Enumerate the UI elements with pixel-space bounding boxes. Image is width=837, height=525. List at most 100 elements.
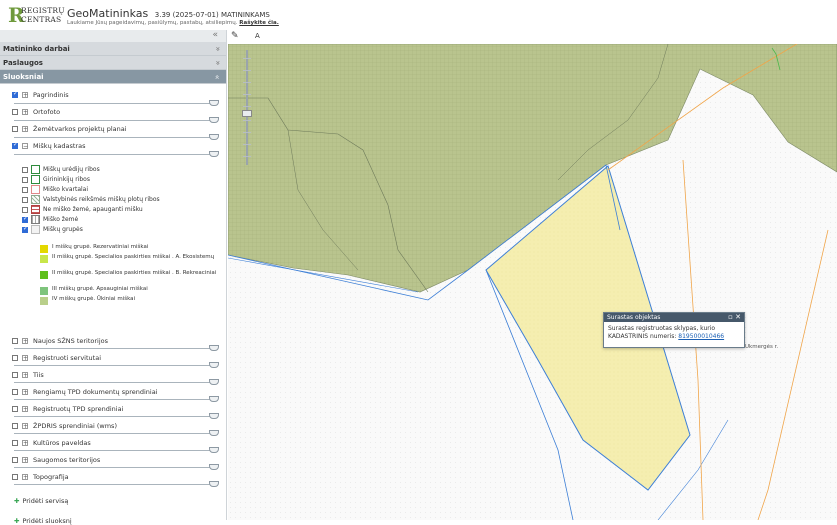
legend-label: I miškų grupė. Rezervatiniai miškai: [52, 244, 149, 250]
expand-plus-icon[interactable]: +: [22, 474, 28, 481]
map-view[interactable]: ✎ A Surastas objektas ▫ ✕ Surastas regis…: [228, 30, 837, 520]
section-label: Sluoksniai: [3, 73, 44, 81]
section-paslaugos[interactable]: Paslaugos »: [0, 56, 226, 70]
layer-checkbox[interactable]: [12, 440, 18, 446]
app-header: R REGISTRŲ CENTRAS GeoMatininkas 3.39 (2…: [0, 0, 837, 30]
text-tool-button[interactable]: A: [255, 32, 260, 40]
sublayer-ne-misko-zeme: Ne miško žemė, apauganti mišku: [22, 205, 212, 215]
sublayer-checkbox[interactable]: [22, 167, 28, 173]
legend-item: I miškų grupė. Rezervatiniai miškai: [40, 244, 220, 254]
expand-plus-icon[interactable]: +: [22, 423, 28, 430]
map-canvas[interactable]: [228, 30, 837, 520]
double-chevron-left-icon[interactable]: «: [212, 30, 218, 40]
layer-label: Miškų kadastras: [33, 142, 86, 150]
layer-checkbox[interactable]: [12, 474, 18, 480]
sublayer-checkbox[interactable]: [22, 207, 28, 213]
sublayer-label: Miškų urėdijų ribos: [43, 166, 100, 173]
expand-plus-icon[interactable]: +: [22, 457, 28, 464]
sublayer-checkbox[interactable]: [22, 187, 28, 193]
layer-checkbox[interactable]: [12, 141, 18, 149]
legend-swatch: [40, 287, 48, 295]
expand-plus-icon[interactable]: +: [22, 389, 28, 396]
legend-swatch: [40, 245, 48, 253]
sublayer-girininkijos: Girininkijų ribos: [22, 175, 212, 185]
expand-plus-icon[interactable]: +: [22, 338, 28, 345]
sublayer-misko-zeme: Miško žemė: [22, 215, 212, 225]
opacity-slider[interactable]: [14, 345, 219, 353]
opacity-slider[interactable]: [14, 396, 219, 404]
zoom-thumb[interactable]: [242, 110, 252, 117]
layer-checkbox[interactable]: [12, 423, 18, 429]
opacity-slider[interactable]: [14, 413, 219, 421]
legend-symbol: [31, 175, 40, 184]
layer-checkbox[interactable]: [12, 355, 18, 361]
expand-plus-icon[interactable]: +: [22, 355, 28, 362]
sublayer-checkbox[interactable]: [22, 177, 28, 183]
add-service-label: Pridėti servisą: [22, 497, 69, 505]
opacity-slider[interactable]: [14, 151, 219, 159]
collapse-minus-icon[interactable]: −: [22, 143, 28, 150]
chevron-down-icon[interactable]: »: [211, 47, 225, 52]
section-label: Matininko darbai: [3, 45, 70, 53]
opacity-slider[interactable]: [14, 481, 219, 489]
pencil-icon[interactable]: ✎: [231, 31, 239, 41]
layer-label: Kultūros paveldas: [33, 439, 91, 447]
left-panel: « Matininko darbai » Paslaugos » Sluoksn…: [0, 30, 227, 525]
legend-item: IV miškų grupė. Ūkiniai miškai: [40, 296, 220, 306]
legend-symbol: [31, 185, 40, 194]
cadastral-number-link[interactable]: 819500010466: [678, 333, 724, 340]
expand-plus-icon[interactable]: +: [22, 126, 28, 133]
layer-label: Registruoti servitutai: [33, 354, 101, 362]
app-version: 3.39 (2025-07-01) MATININKAMS: [154, 11, 270, 19]
opacity-slider[interactable]: [14, 362, 219, 370]
sublayer-checkbox[interactable]: [22, 215, 28, 223]
chevron-down-icon[interactable]: »: [211, 61, 225, 66]
legend-item: III miškų grupė. Apsauginiai miškai: [40, 286, 220, 296]
sublayer-misku-grupes: Miškų grupės: [22, 225, 212, 235]
logo-line2: CENTRAS: [21, 15, 62, 24]
legend-item: II miškų grupė. Specialios paskirties mi…: [40, 270, 220, 286]
zoom-slider[interactable]: [242, 50, 252, 165]
popup-header: Surastas objektas ▫ ✕: [604, 313, 744, 322]
opacity-slider[interactable]: [14, 464, 219, 472]
feedback-link[interactable]: Rašykite čia.: [239, 20, 279, 26]
legend-symbol: [31, 195, 40, 204]
legend-label: IV miškų grupė. Ūkiniai miškai: [52, 296, 136, 302]
sublayer-label: Girininkijų ribos: [43, 176, 90, 183]
section-matininko-darbai[interactable]: Matininko darbai »: [0, 42, 226, 56]
chevron-up-icon[interactable]: »: [211, 75, 225, 80]
expand-plus-icon[interactable]: +: [22, 406, 28, 413]
opacity-slider[interactable]: [14, 430, 219, 438]
registru-centras-logo[interactable]: R REGISTRŲ CENTRAS: [8, 5, 65, 27]
layer-checkbox[interactable]: [12, 90, 18, 98]
layer-checkbox[interactable]: [12, 109, 18, 115]
layer-checkbox[interactable]: [12, 389, 18, 395]
expand-plus-icon[interactable]: +: [22, 92, 28, 99]
layer-label: Pagrindinis: [33, 91, 69, 99]
add-layer-link[interactable]: ✚ Pridėti sluoksnį: [14, 517, 72, 525]
opacity-slider[interactable]: [14, 447, 219, 455]
opacity-slider[interactable]: [14, 379, 219, 387]
sublayer-label: Valstybinės reikšmės miškų plotų ribos: [43, 196, 160, 203]
expand-plus-icon[interactable]: +: [22, 109, 28, 116]
popup-controls[interactable]: ▫ ✕: [728, 313, 741, 322]
legend-swatch: [40, 271, 48, 279]
legend-item: II miškų grupė. Specialios paskirties mi…: [40, 254, 220, 270]
collapse-panel-button[interactable]: «: [0, 30, 226, 42]
place-label: Ukmergės r.: [745, 344, 779, 350]
layer-checkbox[interactable]: [12, 338, 18, 344]
section-sluoksniai[interactable]: Sluoksniai »: [0, 70, 226, 84]
layer-checkbox[interactable]: [12, 406, 18, 412]
expand-plus-icon[interactable]: +: [22, 440, 28, 447]
expand-plus-icon[interactable]: +: [22, 372, 28, 379]
legend-swatch: [40, 255, 48, 263]
layer-checkbox[interactable]: [12, 126, 18, 132]
layer-checkbox[interactable]: [12, 457, 18, 463]
add-service-link[interactable]: ✚ Pridėti servisą: [14, 497, 68, 505]
layer-label: Naujos SŽNS teritorijos: [33, 337, 109, 345]
sublayer-checkbox[interactable]: [22, 225, 28, 233]
layer-label: Saugomos teritorijos: [33, 456, 101, 464]
sublayer-checkbox[interactable]: [22, 197, 28, 203]
layer-checkbox[interactable]: [12, 372, 18, 378]
sublayer-valstybines-reiksmes: Valstybinės reikšmės miškų plotų ribos: [22, 195, 212, 205]
